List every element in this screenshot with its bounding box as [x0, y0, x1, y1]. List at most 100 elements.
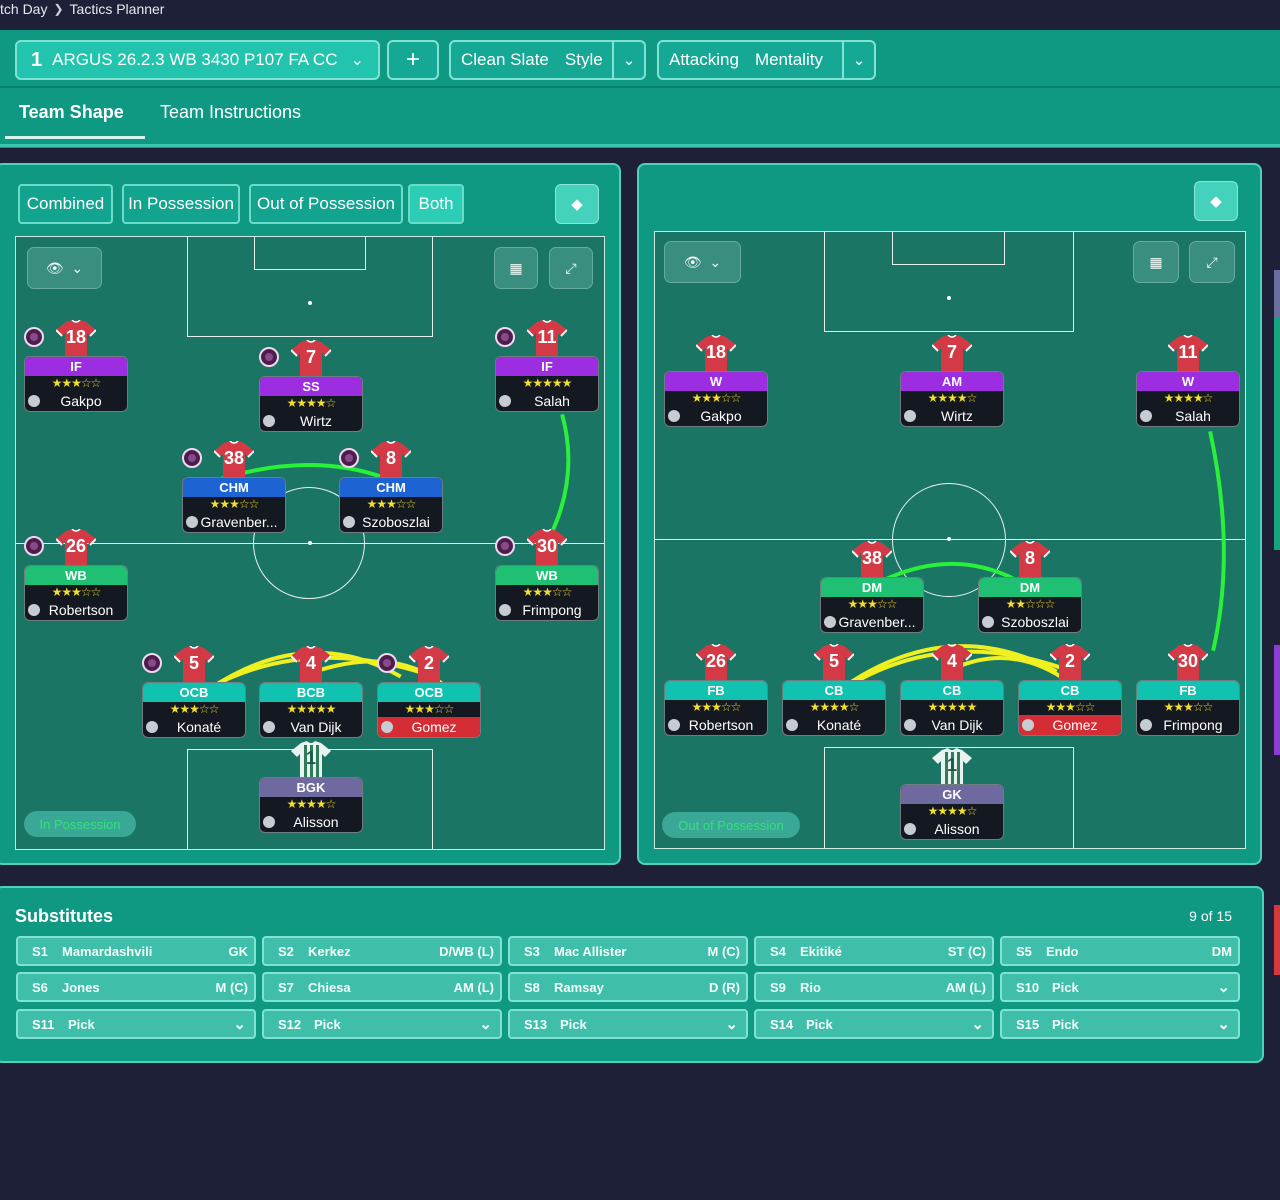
player-card[interactable]: 30 WB ★★★☆☆ Frimpong [495, 529, 599, 621]
player-info[interactable]: DM ★★☆☆☆ Szoboszlai [978, 577, 1082, 633]
phase-tab-both[interactable]: Both [408, 184, 464, 224]
player-info[interactable]: OCB ★★★☆☆ Gomez [377, 682, 481, 738]
player-name[interactable]: Gravenber... [821, 612, 923, 632]
tactic-selector[interactable]: 1 ARGUS 26.2.3 WB 3430 P107 FA CC ⌄ [15, 40, 380, 80]
player-card[interactable]: 11 IF ★★★★★ Salah [495, 320, 599, 412]
player-card[interactable]: 18 W ★★★☆☆ Gakpo [664, 335, 768, 427]
player-role[interactable]: SS [260, 377, 362, 396]
instruction-badge-icon[interactable] [495, 327, 515, 347]
tab-team-shape[interactable]: Team Shape [19, 102, 124, 123]
player-info[interactable]: FB ★★★☆☆ Frimpong [1136, 680, 1240, 736]
player-info[interactable]: FB ★★★☆☆ Robertson [664, 680, 768, 736]
player-info[interactable]: BGK ★★★★☆ Alisson [259, 777, 363, 833]
player-info[interactable]: CB ★★★★☆ Konaté [782, 680, 886, 736]
player-info[interactable]: CHM ★★★☆☆ Szoboszlai [339, 477, 443, 533]
player-card[interactable]: 5 CB ★★★★☆ Konaté [782, 644, 886, 736]
player-name[interactable]: Alisson [260, 812, 362, 832]
grid-icon[interactable]: ▦ [1133, 241, 1179, 283]
substitute-pick-dropdown[interactable]: S10 Pick ⌄ [1000, 972, 1240, 1002]
player-name[interactable]: Wirtz [901, 406, 1003, 426]
add-tactic-button[interactable]: + [387, 40, 439, 80]
player-card[interactable]: 30 FB ★★★☆☆ Frimpong [1136, 644, 1240, 736]
player-role[interactable]: BCB [260, 683, 362, 702]
player-name[interactable]: Konaté [143, 717, 245, 737]
player-card[interactable]: 4 CB ★★★★★ Van Dijk [900, 644, 1004, 736]
substitute-pick-dropdown[interactable]: S15 Pick ⌄ [1000, 1009, 1240, 1039]
player-name[interactable]: Gomez [1019, 715, 1121, 735]
substitute-slot[interactable]: S9 Rio AM (L) [754, 972, 994, 1002]
substitute-slot[interactable]: S5 Endo DM [1000, 936, 1240, 966]
substitute-pick-dropdown[interactable]: S12 Pick ⌄ [262, 1009, 502, 1039]
player-name[interactable]: Van Dijk [260, 717, 362, 737]
player-card[interactable]: 38 DM ★★★☆☆ Gravenber... [820, 541, 924, 633]
player-info[interactable]: IF ★★★★★ Salah [495, 356, 599, 412]
player-role[interactable]: IF [496, 357, 598, 376]
substitute-slot[interactable]: S4 Ekitiké ST (C) [754, 936, 994, 966]
grid-icon[interactable]: ▦ [494, 247, 538, 289]
player-role[interactable]: CB [901, 681, 1003, 700]
player-name[interactable]: Salah [1137, 406, 1239, 426]
player-card[interactable]: 2 OCB ★★★☆☆ Gomez [377, 646, 481, 738]
visibility-toggle[interactable]: 👁 ⌄ [664, 241, 741, 283]
player-info[interactable]: CB ★★★☆☆ Gomez [1018, 680, 1122, 736]
phase-tab-out-of-possession[interactable]: Out of Possession [249, 184, 403, 224]
player-role[interactable]: FB [1137, 681, 1239, 700]
style-dropdown[interactable]: Clean Slate Style ⌄ [449, 40, 646, 80]
player-role[interactable]: GK [901, 785, 1003, 804]
expand-icon[interactable]: ⤢ [549, 247, 593, 289]
chevron-down-icon[interactable]: ⌄ [842, 42, 874, 78]
player-card[interactable]: 38 CHM ★★★☆☆ Gravenber... [182, 441, 286, 533]
player-role[interactable]: WB [496, 566, 598, 585]
instruction-badge-icon[interactable] [182, 448, 202, 468]
player-role[interactable]: IF [25, 357, 127, 376]
player-name[interactable]: Robertson [665, 715, 767, 735]
player-info[interactable]: W ★★★★☆ Salah [1136, 371, 1240, 427]
player-info[interactable]: CB ★★★★★ Van Dijk [900, 680, 1004, 736]
substitute-slot[interactable]: S1 Mamardashvili GK [16, 936, 256, 966]
player-card[interactable]: 1 GK ★★★★☆ Alisson [900, 748, 1004, 840]
player-info[interactable]: W ★★★☆☆ Gakpo [664, 371, 768, 427]
instruction-badge-icon[interactable] [142, 653, 162, 673]
player-name[interactable]: Van Dijk [901, 715, 1003, 735]
substitute-pick-dropdown[interactable]: S14 Pick ⌄ [754, 1009, 994, 1039]
player-card[interactable]: 18 IF ★★★☆☆ Gakpo [24, 320, 128, 412]
mentality-dropdown[interactable]: Attacking Mentality ⌄ [657, 40, 876, 80]
player-name[interactable]: Salah [496, 391, 598, 411]
player-card[interactable]: 26 WB ★★★☆☆ Robertson [24, 529, 128, 621]
player-role[interactable]: W [1137, 372, 1239, 391]
player-name[interactable]: Konaté [783, 715, 885, 735]
tab-team-instructions[interactable]: Team Instructions [160, 102, 301, 123]
instruction-badge-icon[interactable] [24, 327, 44, 347]
player-name[interactable]: Gravenber... [183, 512, 285, 532]
player-role[interactable]: DM [979, 578, 1081, 597]
settings-diamond-icon[interactable]: ◆ [1194, 181, 1238, 221]
player-role[interactable]: OCB [143, 683, 245, 702]
player-name[interactable]: Gomez [378, 717, 480, 737]
expand-icon[interactable]: ⤢ [1189, 241, 1235, 283]
player-name[interactable]: Wirtz [260, 411, 362, 431]
settings-diamond-icon[interactable]: ◆ [555, 184, 599, 224]
player-card[interactable]: 26 FB ★★★☆☆ Robertson [664, 644, 768, 736]
instruction-badge-icon[interactable] [24, 536, 44, 556]
player-role[interactable]: CB [783, 681, 885, 700]
instruction-badge-icon[interactable] [377, 653, 397, 673]
player-role[interactable]: DM [821, 578, 923, 597]
player-name[interactable]: Frimpong [1137, 715, 1239, 735]
substitute-slot[interactable]: S8 Ramsay D (R) [508, 972, 748, 1002]
player-name[interactable]: Frimpong [496, 600, 598, 620]
player-info[interactable]: WB ★★★☆☆ Frimpong [495, 565, 599, 621]
player-card[interactable]: 2 CB ★★★☆☆ Gomez [1018, 644, 1122, 736]
player-card[interactable]: 7 SS ★★★★☆ Wirtz [259, 340, 363, 432]
substitute-slot[interactable]: S6 Jones M (C) [16, 972, 256, 1002]
substitute-pick-dropdown[interactable]: S11 Pick ⌄ [16, 1009, 256, 1039]
player-info[interactable]: DM ★★★☆☆ Gravenber... [820, 577, 924, 633]
player-role[interactable]: W [665, 372, 767, 391]
player-info[interactable]: IF ★★★☆☆ Gakpo [24, 356, 128, 412]
player-info[interactable]: CHM ★★★☆☆ Gravenber... [182, 477, 286, 533]
substitute-pick-dropdown[interactable]: S13 Pick ⌄ [508, 1009, 748, 1039]
player-role[interactable]: CHM [340, 478, 442, 497]
player-role[interactable]: FB [665, 681, 767, 700]
player-role[interactable]: WB [25, 566, 127, 585]
chevron-down-icon[interactable]: ⌄ [612, 42, 644, 78]
player-info[interactable]: WB ★★★☆☆ Robertson [24, 565, 128, 621]
